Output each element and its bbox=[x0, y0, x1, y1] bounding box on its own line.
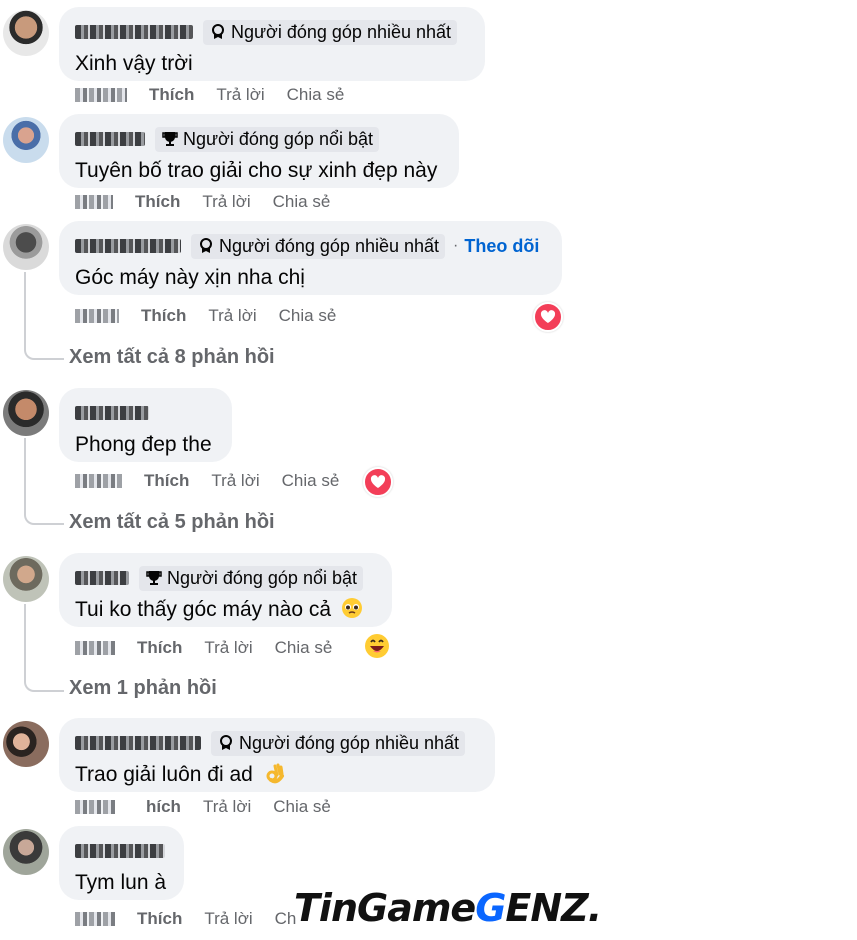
comment-actions: Thích Trả lời Chia sẻ bbox=[75, 471, 361, 491]
ok-hand-icon bbox=[263, 762, 285, 793]
comment-text: Tui ko thấy góc máy nào cả bbox=[75, 595, 376, 628]
grinning-face-icon bbox=[365, 634, 389, 658]
contributor-badge[interactable]: Người đóng góp nổi bật bbox=[139, 565, 363, 591]
comment-bubble: Người đóng góp nhiều nhất Xinh vậy trời bbox=[59, 7, 485, 81]
author-name[interactable] bbox=[75, 239, 181, 253]
timestamp[interactable] bbox=[75, 912, 115, 926]
share-button[interactable]: Chia sẻ bbox=[273, 797, 331, 817]
reply-button[interactable]: Trả lời bbox=[203, 797, 251, 817]
medal-icon bbox=[217, 734, 235, 752]
comment-actions: Thích Trả lời Chia sẻ bbox=[75, 306, 358, 326]
like-button[interactable]: hích bbox=[146, 797, 181, 817]
reply-button[interactable]: Trả lời bbox=[204, 638, 252, 658]
view-replies-link[interactable]: Xem tất cả 5 phản hồi bbox=[69, 511, 275, 534]
contributor-badge[interactable]: Người đóng góp nhiều nhất bbox=[191, 233, 446, 259]
view-replies-link[interactable]: Xem tất cả 8 phản hồi bbox=[69, 346, 275, 369]
comment-bubble: Người đóng góp nhiều nhất · Theo dõi Góc… bbox=[59, 221, 562, 295]
author-name[interactable] bbox=[75, 406, 149, 420]
reply-button[interactable]: Trả lời bbox=[216, 85, 264, 105]
reply-button[interactable]: Trả lời bbox=[208, 306, 256, 326]
avatar[interactable] bbox=[3, 390, 49, 436]
reply-thread-line bbox=[24, 604, 64, 692]
timestamp[interactable] bbox=[75, 641, 115, 655]
reply-button[interactable]: Trả lời bbox=[211, 471, 259, 491]
pleading-face-icon bbox=[341, 597, 363, 628]
comment-text: Tym lun à bbox=[75, 871, 167, 894]
avatar[interactable] bbox=[3, 721, 49, 767]
medal-icon bbox=[209, 23, 227, 41]
watermark-logo: TinGameGENZ. bbox=[294, 886, 602, 930]
like-button[interactable]: Thích bbox=[137, 638, 182, 658]
reply-thread-line bbox=[24, 438, 64, 525]
share-button[interactable]: Chia sẻ bbox=[287, 85, 345, 105]
like-button[interactable]: Thích bbox=[144, 471, 189, 491]
avatar[interactable] bbox=[3, 224, 49, 270]
heart-icon bbox=[540, 310, 556, 323]
comment-text: Tuyên bố trao giải cho sự xinh đẹp này bbox=[75, 159, 438, 182]
share-button[interactable]: Chia sẻ bbox=[279, 306, 337, 326]
comment-bubble: Tym lun à bbox=[59, 826, 184, 900]
share-button[interactable]: Chia sẻ bbox=[282, 471, 340, 491]
contributor-badge[interactable]: Người đóng góp nhiều nhất bbox=[203, 19, 458, 45]
like-button[interactable]: Thích bbox=[137, 909, 182, 929]
trophy-icon bbox=[161, 130, 179, 148]
timestamp[interactable] bbox=[75, 309, 119, 323]
avatar[interactable] bbox=[3, 117, 49, 163]
grinning-face-reaction[interactable] bbox=[364, 633, 390, 659]
author-name[interactable] bbox=[75, 736, 201, 750]
timestamp[interactable] bbox=[75, 195, 113, 209]
view-replies-link[interactable]: Xem 1 phản hồi bbox=[69, 677, 217, 700]
comment-bubble: Người đóng góp nổi bật Tui ko thấy góc m… bbox=[59, 553, 392, 627]
follow-button[interactable]: Theo dõi bbox=[464, 236, 539, 257]
comment-bubble: Người đóng góp nhiều nhất Trao giải luôn… bbox=[59, 718, 495, 792]
comment-actions: Thích Trả lời Chia sẻ bbox=[75, 638, 354, 658]
author-name[interactable] bbox=[75, 132, 145, 146]
contributor-badge[interactable]: Người đóng góp nhiều nhất bbox=[211, 730, 466, 756]
reply-thread-line bbox=[24, 272, 64, 360]
like-button[interactable]: Thích bbox=[149, 85, 194, 105]
avatar[interactable] bbox=[3, 829, 49, 875]
trophy-icon bbox=[145, 569, 163, 587]
comment-actions: Thích Trả lời Ch bbox=[75, 909, 318, 929]
like-button[interactable]: Thích bbox=[135, 192, 180, 212]
timestamp[interactable] bbox=[75, 88, 127, 102]
comment-actions: Thích Trả lời Chia sẻ bbox=[75, 85, 366, 105]
comment-text: Trao giải luôn đi ad bbox=[75, 760, 479, 793]
comment-text: Xinh vậy trời bbox=[75, 52, 193, 75]
share-button[interactable]: Chia sẻ bbox=[275, 638, 333, 658]
like-button[interactable]: Thích bbox=[141, 306, 186, 326]
contributor-badge[interactable]: Người đóng góp nổi bật bbox=[155, 126, 379, 152]
comment-bubble: Phong đep the bbox=[59, 388, 232, 462]
heart-reaction[interactable] bbox=[363, 467, 393, 497]
author-name[interactable] bbox=[75, 844, 165, 858]
heart-icon bbox=[370, 475, 386, 488]
comment-bubble: Người đóng góp nổi bật Tuyên bố trao giả… bbox=[59, 114, 459, 188]
comment-actions: hích Trả lời Chia sẻ bbox=[75, 797, 353, 817]
medal-icon bbox=[197, 237, 215, 255]
author-name[interactable] bbox=[75, 571, 129, 585]
timestamp[interactable] bbox=[75, 474, 122, 488]
comment-text: Phong đep the bbox=[75, 433, 212, 456]
reply-button[interactable]: Trả lời bbox=[202, 192, 250, 212]
share-button[interactable]: Chia sẻ bbox=[273, 192, 331, 212]
comment-actions: Thích Trả lời Chia sẻ bbox=[75, 192, 352, 212]
avatar[interactable] bbox=[3, 556, 49, 602]
reply-button[interactable]: Trả lời bbox=[204, 909, 252, 929]
comment-text: Góc máy này xịn nha chị bbox=[75, 266, 305, 289]
timestamp[interactable] bbox=[75, 800, 115, 814]
heart-reaction[interactable] bbox=[533, 302, 563, 332]
avatar[interactable] bbox=[3, 10, 49, 56]
author-name[interactable] bbox=[75, 25, 193, 39]
